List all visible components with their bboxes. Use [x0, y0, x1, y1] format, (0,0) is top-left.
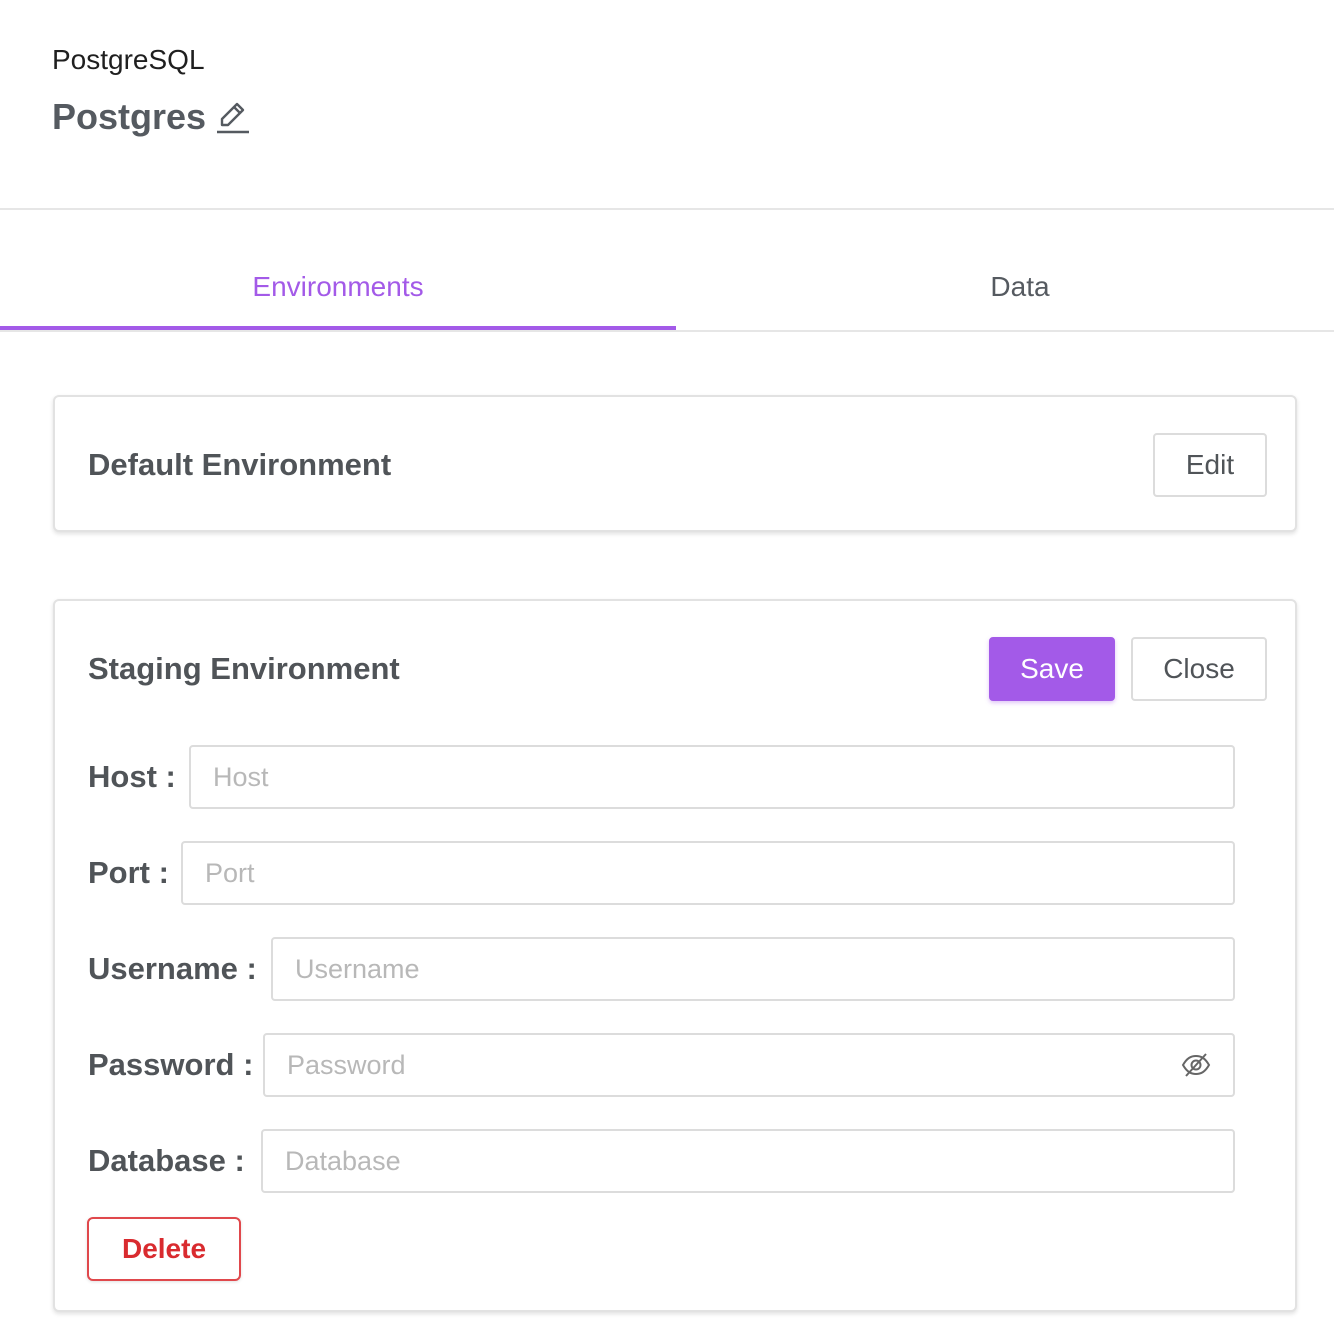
pencil-icon[interactable]: [216, 98, 250, 136]
tab-data[interactable]: Data: [676, 246, 1334, 328]
username-input[interactable]: [271, 937, 1235, 1001]
database-type-label: PostgreSQL: [52, 44, 205, 75]
close-button[interactable]: Close: [1131, 637, 1267, 701]
password-input[interactable]: [263, 1033, 1235, 1097]
tab-environments[interactable]: Environments: [0, 246, 676, 330]
host-input[interactable]: [189, 745, 1235, 809]
title-row: Postgres: [52, 96, 250, 138]
edit-button[interactable]: Edit: [1153, 433, 1267, 497]
page-title: Postgres: [52, 96, 207, 137]
eye-off-icon[interactable]: [1181, 1051, 1211, 1079]
staging-environment-card: Staging Environment Save Close Host : Po…: [53, 599, 1297, 1312]
username-label: Username :: [88, 951, 257, 986]
port-label: Port :: [88, 855, 169, 890]
delete-button[interactable]: Delete: [87, 1217, 241, 1281]
default-environment-title: Default Environment: [88, 447, 392, 482]
tab-bar: Environments Data: [0, 246, 1334, 332]
save-button[interactable]: Save: [989, 637, 1115, 701]
default-environment-card: Default Environment Edit: [53, 395, 1297, 532]
database-input[interactable]: [261, 1129, 1235, 1193]
port-input[interactable]: [181, 841, 1235, 905]
password-label: Password :: [88, 1047, 254, 1082]
host-label: Host :: [88, 759, 176, 794]
database-label: Database :: [88, 1143, 245, 1178]
page-header: PostgreSQL Postgres: [0, 0, 1334, 210]
staging-environment-title: Staging Environment: [88, 651, 400, 686]
